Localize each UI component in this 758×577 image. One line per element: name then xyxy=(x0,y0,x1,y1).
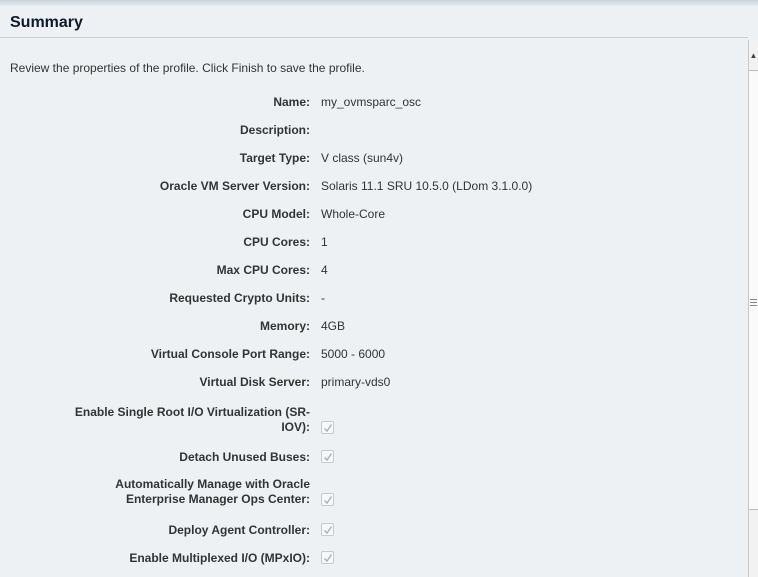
option-row-sriov: Enable Single Root I/O Virtualization (S… xyxy=(0,405,740,441)
option-row-agent-controller: Deploy Agent Controller: xyxy=(0,523,740,543)
option-row-detach-buses: Detach Unused Buses: xyxy=(0,450,740,470)
field-label: Max CPU Cores: xyxy=(216,263,310,277)
field-label: Virtual Console Port Range: xyxy=(150,347,310,361)
summary-panel: Summary Review the properties of the pro… xyxy=(0,0,758,577)
option-label-line2: IOV): xyxy=(281,420,310,434)
field-label: CPU Cores: xyxy=(243,235,310,249)
field-row-description: Description: xyxy=(0,123,740,143)
option-label: Enable Multiplexed I/O (MPxIO): xyxy=(129,551,310,565)
field-value: Solaris 11.1 SRU 10.5.0 (LDom 3.1.0.0) xyxy=(321,179,533,193)
mpxio-checkbox[interactable] xyxy=(321,551,334,564)
field-value: 4GB xyxy=(321,319,346,333)
scroll-up-arrow-icon[interactable]: ▲ xyxy=(749,50,758,62)
field-row-console-port-range: Virtual Console Port Range: 5000 - 6000 xyxy=(0,347,740,367)
option-row-mpxio: Enable Multiplexed I/O (MPxIO): xyxy=(0,551,740,571)
checkmark-icon xyxy=(324,526,333,535)
field-label: Name: xyxy=(273,95,310,109)
vertical-scrollbar[interactable]: ▲ xyxy=(748,40,758,577)
option-label: Detach Unused Buses: xyxy=(179,450,310,464)
option-label-line2: Enterprise Manager Ops Center: xyxy=(125,492,310,506)
checkmark-icon xyxy=(324,424,333,433)
field-label: Description: xyxy=(239,123,310,137)
field-row-cpu-model: CPU Model: Whole-Core xyxy=(0,207,740,227)
field-label: Requested Crypto Units: xyxy=(169,291,310,305)
sriov-checkbox[interactable] xyxy=(321,421,334,434)
checkmark-icon xyxy=(324,554,333,563)
field-row-virtual-disk-server: Virtual Disk Server: primary-vds0 xyxy=(0,375,740,395)
field-value: V class (sun4v) xyxy=(321,151,404,165)
ops-center-checkbox[interactable] xyxy=(321,493,334,506)
field-value: 5000 - 6000 xyxy=(321,347,386,361)
checkmark-icon xyxy=(324,496,333,505)
properties-list: Name: my_ovmsparc_osc Description: Targe… xyxy=(0,0,748,577)
option-label-line1: Automatically Manage with Oracle xyxy=(115,477,310,491)
field-value: primary-vds0 xyxy=(321,375,391,389)
field-row-memory: Memory: 4GB xyxy=(0,319,740,339)
field-value: 1 xyxy=(321,235,328,249)
field-value: - xyxy=(321,291,325,305)
field-label: CPU Model: xyxy=(242,207,310,221)
option-label-line1: Enable Single Root I/O Virtualization (S… xyxy=(74,405,310,419)
field-row-name: Name: my_ovmsparc_osc xyxy=(0,95,740,115)
field-row-server-version: Oracle VM Server Version: Solaris 11.1 S… xyxy=(0,179,740,199)
agent-controller-checkbox[interactable] xyxy=(321,523,334,536)
field-label: Oracle VM Server Version: xyxy=(159,179,310,193)
field-value: 4 xyxy=(321,263,328,277)
scrollbar-thumb[interactable] xyxy=(749,70,758,510)
field-row-target-type: Target Type: V class (sun4v) xyxy=(0,151,740,171)
detach-buses-checkbox[interactable] xyxy=(321,450,334,463)
field-label: Virtual Disk Server: xyxy=(199,375,310,389)
checkmark-icon xyxy=(324,453,333,462)
field-row-crypto-units: Requested Crypto Units: - xyxy=(0,291,740,311)
field-value: Whole-Core xyxy=(321,207,386,221)
field-row-max-cpu-cores: Max CPU Cores: 4 xyxy=(0,263,740,283)
field-label: Target Type: xyxy=(239,151,310,165)
field-label: Memory: xyxy=(259,319,310,333)
option-row-ops-center: Automatically Manage with Oracle Enterpr… xyxy=(0,477,740,513)
option-label: Deploy Agent Controller: xyxy=(168,523,310,537)
field-value: my_ovmsparc_osc xyxy=(321,95,422,109)
field-row-cpu-cores: CPU Cores: 1 xyxy=(0,235,740,255)
grip-icon xyxy=(750,299,757,306)
